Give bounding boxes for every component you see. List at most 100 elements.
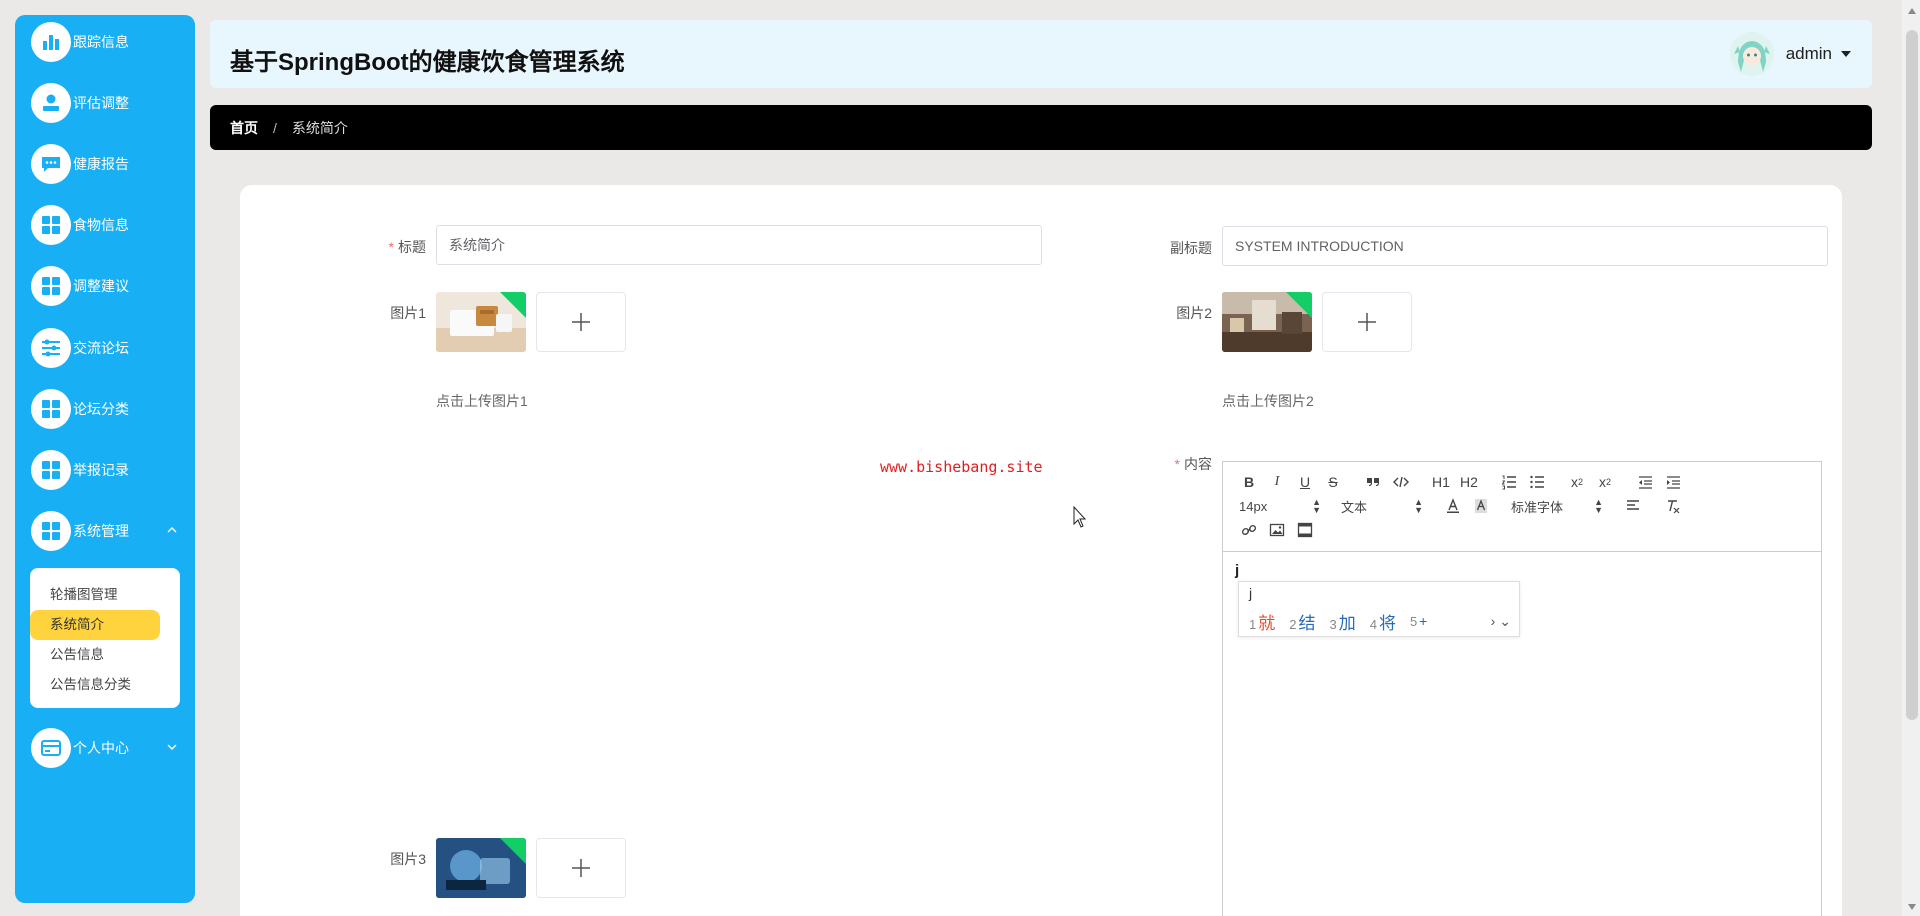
grid-icon	[31, 450, 71, 490]
grid-icon	[31, 389, 71, 429]
bold-button[interactable]: B	[1235, 470, 1263, 494]
sidebar-item-label: 个人中心	[73, 740, 129, 756]
video-icon	[1297, 522, 1313, 538]
pic2-thumbnail[interactable]	[1222, 292, 1312, 352]
bullet-list-icon	[1530, 475, 1544, 489]
uploaded-badge	[1286, 292, 1312, 318]
title-input[interactable]	[436, 225, 1042, 265]
sidebar-item-forum-category[interactable]: 论坛分类	[31, 387, 191, 431]
pic3-label: 图片3	[390, 851, 426, 867]
subscript-button[interactable]: x2	[1563, 470, 1591, 494]
sidebar-item-label: 调整建议	[73, 278, 129, 294]
page-scrollbar-track[interactable]	[1902, 0, 1920, 916]
clear-format-icon	[1668, 500, 1680, 514]
align-button[interactable]	[1619, 494, 1647, 518]
link-icon	[1241, 524, 1257, 536]
ime-candidate[interactable]: 1就	[1249, 609, 1275, 634]
chevron-down-icon	[167, 744, 177, 750]
sidebar-item-assessment[interactable]: 评估调整	[31, 81, 191, 125]
background-color-button[interactable]	[1467, 494, 1495, 518]
caret-down-icon	[1841, 51, 1851, 57]
sidebar-item-label: 交流论坛	[73, 340, 129, 356]
submenu-item-notice-category[interactable]: 公告信息分类	[30, 670, 160, 700]
sidebar-item-label: 论坛分类	[73, 401, 129, 417]
bullet-list-button[interactable]	[1523, 470, 1551, 494]
strikethrough-button[interactable]: S	[1319, 470, 1347, 494]
user-icon	[31, 83, 71, 123]
title-label: * 标题	[388, 239, 426, 255]
user-menu[interactable]: admin	[1729, 32, 1852, 76]
pic1-upload-button[interactable]	[536, 292, 626, 352]
pic1-label: 图片1	[390, 305, 426, 321]
sidebar-item-adjust-suggestion[interactable]: 调整建议	[31, 264, 191, 308]
submenu-item-carousel[interactable]: 轮播图管理	[30, 580, 160, 610]
chat-icon	[31, 144, 71, 184]
submenu-item-system-intro[interactable]: 系统简介	[30, 610, 160, 640]
breadcrumb-separator: /	[273, 119, 277, 136]
ordered-list-button[interactable]	[1495, 470, 1523, 494]
plus-icon	[1358, 313, 1376, 331]
breadcrumb: 首页 / 系统简介	[210, 105, 1872, 150]
ime-candidate[interactable]: 5 +	[1410, 613, 1427, 629]
scroll-up-arrow[interactable]	[1908, 8, 1916, 14]
ime-candidate-list: 1就 2结 3加 4将 5 +	[1239, 606, 1519, 636]
sidebar-item-health-report[interactable]: 健康报告	[31, 142, 191, 186]
pic3-thumbnail[interactable]	[436, 838, 526, 898]
system-management-submenu: 轮播图管理 系统简介 公告信息 公告信息分类	[30, 568, 180, 708]
ime-candidate[interactable]: 4将	[1370, 609, 1396, 634]
sidebar: 跟踪信息 评估调整 健康报告 食物信息 调整建议 交流论坛 论坛分类 举报记录 …	[15, 15, 195, 903]
outdent-button[interactable]	[1631, 470, 1659, 494]
outdent-icon	[1639, 476, 1652, 489]
editor-toolbar: B I U S H1 H2 x2 x2 14px ▲ ▼ 文本 ▲ ▼ 标准字体…	[1223, 462, 1821, 552]
submenu-item-notice[interactable]: 公告信息	[30, 640, 160, 670]
sliders-icon	[31, 328, 71, 368]
font-family-select[interactable]: 标准字体 ▲ ▼	[1507, 494, 1607, 518]
breadcrumb-current: 系统简介	[291, 119, 348, 136]
h1-button[interactable]: H1	[1427, 470, 1455, 494]
sidebar-item-personal-center[interactable]: 个人中心	[31, 726, 191, 770]
pic3-upload-button[interactable]	[536, 838, 626, 898]
sidebar-item-system-management[interactable]: 系统管理	[31, 509, 191, 553]
link-button[interactable]	[1235, 518, 1263, 542]
bar-chart-icon	[31, 22, 71, 62]
sidebar-item-tracking[interactable]: 跟踪信息	[31, 20, 191, 64]
page-scrollbar-thumb[interactable]	[1906, 30, 1918, 720]
superscript-button[interactable]: x2	[1591, 470, 1619, 494]
clear-format-button[interactable]	[1659, 494, 1687, 518]
pic1-thumbnail[interactable]	[436, 292, 526, 352]
image-button[interactable]	[1263, 518, 1291, 542]
content-label: * 内容	[1174, 456, 1212, 472]
uploaded-badge	[500, 838, 526, 864]
align-left-icon	[1627, 500, 1639, 510]
video-button[interactable]	[1291, 518, 1319, 542]
ime-candidate[interactable]: 3加	[1329, 609, 1355, 634]
sidebar-item-label: 跟踪信息	[73, 34, 129, 50]
chevron-up-icon	[167, 527, 177, 533]
mouse-pointer-icon	[1073, 506, 1087, 528]
blockquote-button[interactable]	[1359, 470, 1387, 494]
italic-button[interactable]: I	[1263, 470, 1291, 494]
h2-button[interactable]: H2	[1455, 470, 1483, 494]
subtitle-input[interactable]	[1222, 226, 1828, 266]
ime-candidate-popup: j 1就 2结 3加 4将 5 + › ⌄	[1238, 581, 1520, 637]
code-block-button[interactable]	[1387, 470, 1415, 494]
ime-candidate[interactable]: 2结	[1289, 609, 1315, 634]
sidebar-item-report-records[interactable]: 举报记录	[31, 448, 191, 492]
scroll-down-arrow[interactable]	[1908, 904, 1916, 910]
underline-button[interactable]: U	[1291, 470, 1319, 494]
sidebar-item-forum[interactable]: 交流论坛	[31, 326, 191, 370]
sidebar-item-label: 食物信息	[73, 217, 129, 233]
paragraph-select[interactable]: 文本 ▲ ▼	[1337, 494, 1427, 518]
chevron-right-icon[interactable]: ›	[1491, 613, 1496, 630]
plus-icon	[572, 859, 590, 877]
ime-composition: j	[1249, 585, 1253, 601]
indent-button[interactable]	[1659, 470, 1687, 494]
chevron-down-icon[interactable]: ⌄	[1499, 613, 1511, 630]
quote-icon	[1367, 478, 1379, 486]
pic2-upload-button[interactable]	[1322, 292, 1412, 352]
font-color-button[interactable]	[1439, 494, 1467, 518]
breadcrumb-home[interactable]: 首页	[230, 118, 258, 138]
font-size-select[interactable]: 14px ▲ ▼	[1235, 494, 1325, 518]
ordered-list-icon	[1501, 475, 1516, 490]
sidebar-item-food-info[interactable]: 食物信息	[31, 203, 191, 247]
